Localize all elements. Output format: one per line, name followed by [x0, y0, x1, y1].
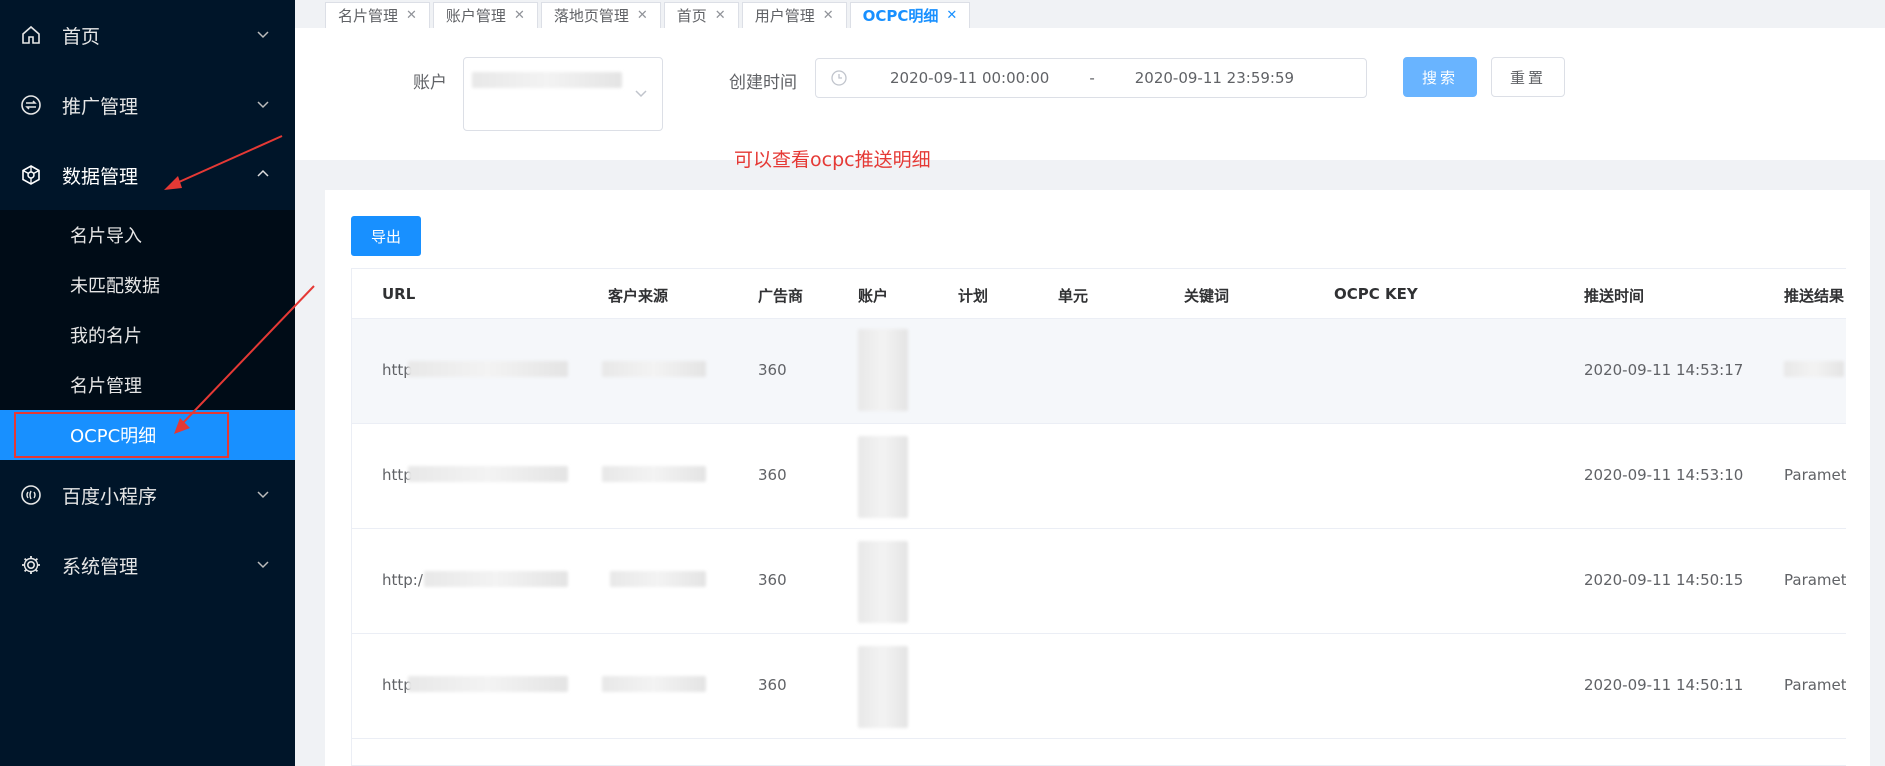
chevron-down-icon — [257, 491, 269, 499]
cell-advertiser: 360 — [758, 466, 787, 484]
tab-ocpc-detail[interactable]: OCPC明细 ✕ — [849, 2, 971, 28]
close-icon[interactable]: ✕ — [406, 8, 417, 23]
redacted-value — [858, 436, 908, 518]
redacted-value — [602, 361, 706, 377]
redacted-value — [858, 646, 908, 728]
cell-advertiser: 360 — [758, 676, 787, 694]
menu-item-label: 系统管理 — [62, 555, 139, 578]
annotation-arrows — [164, 135, 315, 434]
tab-label: 账户管理 — [445, 7, 506, 25]
mini-program-icon — [20, 484, 42, 506]
table-header: URL 客户来源 广告商 账户 计划 单元 关键词 OCPC KEY 推送时间 … — [352, 269, 1846, 319]
tab-label: 落地页管理 — [553, 7, 629, 25]
account-label: 账户 — [413, 73, 447, 93]
filter-panel: 账户 创建时间 2020-09-11 00:00:00 - 2020-09-11… — [295, 28, 1885, 160]
redacted-value — [602, 676, 706, 692]
account-select[interactable] — [463, 57, 663, 131]
cell-advertiser: 360 — [758, 571, 787, 589]
col-unit: 单元 — [1058, 287, 1089, 305]
redacted-value — [408, 676, 568, 692]
tab-card-management[interactable]: 名片管理 ✕ — [325, 2, 430, 28]
redacted-value — [610, 571, 706, 587]
redacted-value — [1784, 361, 1844, 377]
table-row[interactable]: http 360 2020-09-11 14:53:17 — [352, 319, 1846, 424]
col-advertiser: 广告商 — [758, 287, 804, 305]
ocpc-table: URL 客户来源 广告商 账户 计划 单元 关键词 OCPC KEY 推送时间 … — [351, 268, 1846, 766]
close-icon[interactable]: ✕ — [946, 8, 957, 23]
tab-landing-page-management[interactable]: 落地页管理 ✕ — [540, 2, 661, 28]
search-button[interactable]: 搜索 — [1403, 57, 1477, 97]
date-range-picker[interactable]: 2020-09-11 00:00:00 - 2020-09-11 23:59:5… — [815, 58, 1367, 98]
close-icon[interactable]: ✕ — [514, 8, 525, 23]
chevron-down-icon — [635, 90, 647, 98]
col-ocpc-key: OCPC KEY — [1334, 285, 1418, 303]
redacted-value — [858, 329, 908, 411]
col-account: 账户 — [858, 287, 889, 305]
tab-home[interactable]: 首页 ✕ — [663, 2, 739, 28]
start-date[interactable]: 2020-09-11 00:00:00 — [890, 69, 1049, 87]
annotation-text: 可以查看ocpc推送明细 — [734, 149, 931, 171]
tab-label: OCPC明细 — [862, 7, 939, 25]
tab-user-management[interactable]: 用户管理 ✕ — [741, 2, 847, 28]
menu-item-system[interactable]: 系统管理 — [0, 530, 295, 600]
redacted-value — [472, 72, 622, 88]
table-row[interactable]: http:/ 360 2020-09-11 14:50:15 Paramet — [352, 529, 1846, 634]
cell-push-result: Paramet — [1784, 571, 1846, 589]
menu-item-label: 百度小程序 — [62, 485, 158, 508]
tabs-bar: 名片管理 ✕ 账户管理 ✕ 落地页管理 ✕ 首页 ✕ 用户管理 ✕ OCPC明细 ✕ — [295, 0, 1885, 28]
cell-push-time: 2020-09-11 14:53:17 — [1584, 361, 1744, 379]
tab-label: 用户管理 — [754, 7, 815, 25]
col-push-time: 推送时间 — [1584, 287, 1645, 305]
redacted-value — [408, 361, 568, 377]
cell-push-result: Paramet — [1784, 466, 1846, 484]
gear-icon — [20, 554, 42, 576]
redacted-value — [602, 466, 706, 482]
close-icon[interactable]: ✕ — [715, 8, 726, 23]
redacted-value — [408, 466, 568, 482]
redacted-value — [424, 571, 568, 587]
cell-push-result: Paramet — [1784, 676, 1846, 694]
menu-item-baidu-mini-program[interactable]: 百度小程序 — [0, 460, 295, 530]
end-date[interactable]: 2020-09-11 23:59:59 — [1135, 69, 1294, 87]
col-keyword: 关键词 — [1184, 287, 1230, 305]
chevron-down-icon — [257, 561, 269, 569]
col-push-result: 推送结果 — [1784, 287, 1845, 305]
col-url: URL — [382, 285, 416, 303]
cell-push-time: 2020-09-11 14:53:10 — [1584, 466, 1744, 484]
tab-account-management[interactable]: 账户管理 ✕ — [432, 2, 538, 28]
close-icon[interactable]: ✕ — [823, 8, 834, 23]
cell-advertiser: 360 — [758, 361, 787, 379]
export-button[interactable]: 导出 — [351, 216, 421, 256]
close-icon[interactable]: ✕ — [637, 8, 648, 23]
reset-button[interactable]: 重置 — [1491, 57, 1565, 97]
redacted-value — [858, 541, 908, 623]
col-plan: 计划 — [958, 287, 989, 305]
range-separator: - — [1089, 69, 1095, 87]
cell-push-time: 2020-09-11 14:50:11 — [1584, 676, 1744, 694]
create-time-label: 创建时间 — [729, 73, 797, 93]
cell-push-time: 2020-09-11 14:50:15 — [1584, 571, 1744, 589]
cell-url: http:/ — [382, 571, 423, 589]
table-row[interactable]: http 360 2020-09-11 14:50:11 Paramet — [352, 634, 1846, 739]
tab-label: 首页 — [676, 7, 707, 25]
col-source: 客户来源 — [608, 287, 669, 305]
clock-icon — [831, 70, 847, 86]
tab-label: 名片管理 — [338, 7, 399, 25]
table-row[interactable]: http 360 2020-09-11 14:53:10 Paramet — [352, 424, 1846, 529]
results-card: 导出 URL 客户来源 广告商 账户 计划 单元 关键词 OCPC KEY 推送… — [325, 190, 1870, 766]
